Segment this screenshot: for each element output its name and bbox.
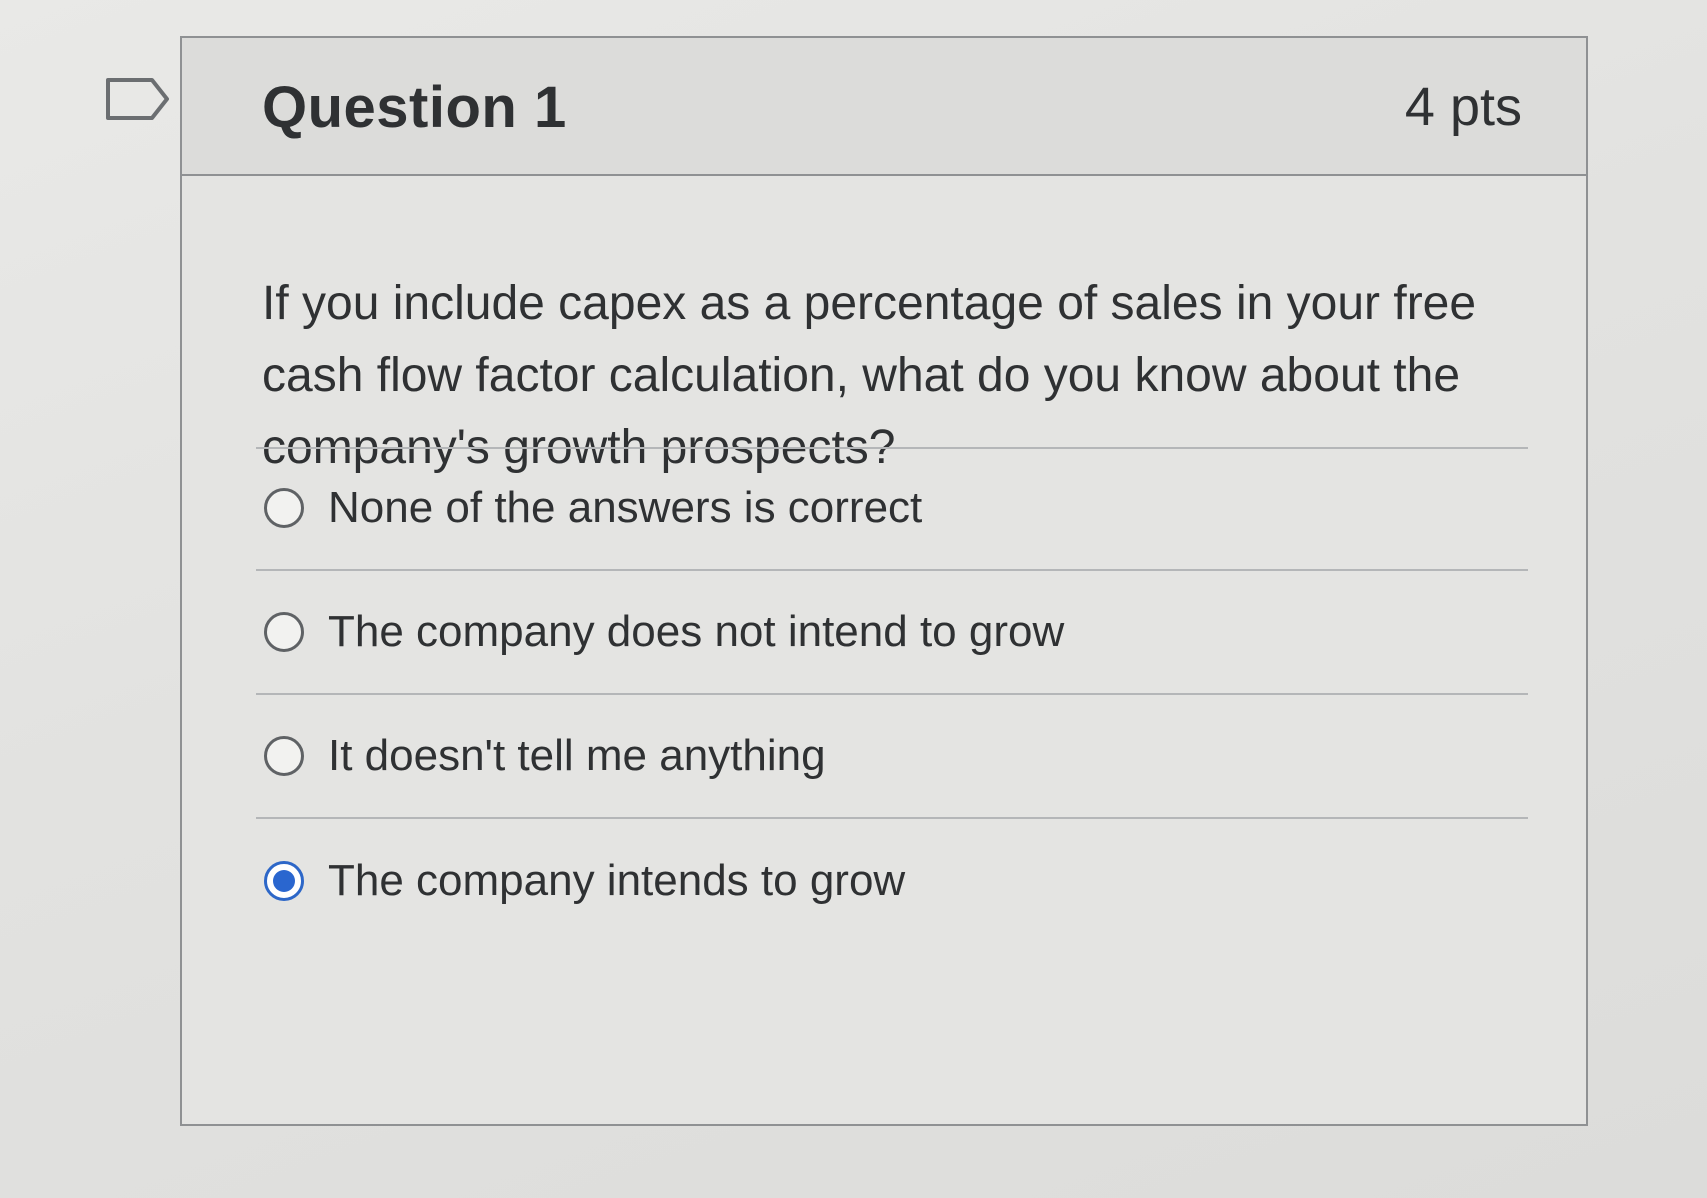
answer-label-3: It doesn't tell me anything (328, 731, 826, 780)
answer-option-2[interactable]: The company does not intend to grow (256, 571, 1528, 695)
question-points: 4 pts (1404, 77, 1522, 137)
question-header: Question 1 4 pts (182, 38, 1586, 176)
answer-radio-3[interactable] (264, 736, 304, 776)
flag-icon[interactable] (104, 74, 172, 128)
answer-option-1[interactable]: None of the answers is correct (256, 447, 1528, 571)
answer-option-4[interactable]: The company intends to grow (256, 819, 1528, 943)
answer-radio-2[interactable] (264, 612, 304, 652)
question-body: If you include capex as a percentage of … (182, 176, 1586, 484)
answer-label-2: The company does not intend to grow (328, 607, 1065, 656)
answer-label-1: None of the answers is correct (328, 483, 923, 532)
answer-option-3[interactable]: It doesn't tell me anything (256, 695, 1528, 819)
answer-label-4: The company intends to grow (328, 856, 906, 905)
answer-radio-4-selected[interactable] (264, 861, 304, 901)
question-title: Question 1 (262, 75, 567, 140)
answer-radio-1[interactable] (264, 488, 304, 528)
question-card: Question 1 4 pts If you include capex as… (180, 36, 1588, 1126)
answer-list: None of the answers is correct The compa… (256, 447, 1528, 943)
